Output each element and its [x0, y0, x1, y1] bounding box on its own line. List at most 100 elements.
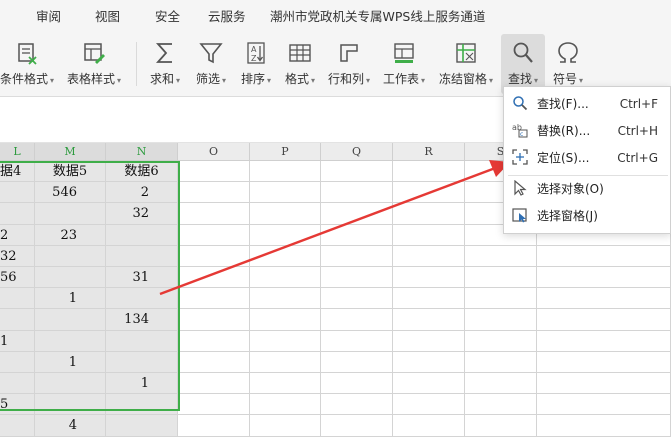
table-cell[interactable]: [0, 203, 35, 225]
table-cell[interactable]: [35, 309, 106, 331]
table-cell[interactable]: [106, 288, 178, 310]
empty-cell[interactable]: [537, 245, 671, 267]
empty-cell[interactable]: [321, 309, 393, 331]
column-header-n[interactable]: N: [106, 143, 178, 161]
empty-cell[interactable]: [250, 224, 321, 246]
empty-cell[interactable]: [393, 245, 465, 267]
menu-item-replace[interactable]: ab c 替换(R)... Ctrl+H: [504, 117, 671, 145]
empty-cell[interactable]: [537, 330, 671, 352]
sort-button[interactable]: A Z 排序 ▾: [234, 34, 278, 94]
empty-cell[interactable]: [321, 415, 393, 437]
table-cell[interactable]: [106, 245, 178, 267]
table-cell[interactable]: 134: [106, 309, 178, 331]
empty-cell[interactable]: [250, 203, 321, 225]
table-cell[interactable]: 1: [35, 351, 106, 373]
empty-cell[interactable]: [321, 288, 393, 310]
symbol-button[interactable]: 符号 ▾: [547, 34, 589, 94]
table-cell[interactable]: [35, 267, 106, 289]
menu-item-selection-pane[interactable]: 选择窗格(J): [504, 202, 671, 230]
empty-cell[interactable]: [393, 394, 465, 416]
table-cell[interactable]: [35, 373, 106, 395]
column-header-l[interactable]: L: [0, 143, 35, 161]
empty-cell[interactable]: [250, 245, 321, 267]
table-cell[interactable]: [106, 224, 178, 246]
table-cell[interactable]: 32: [0, 245, 35, 267]
column-header-m[interactable]: M: [35, 143, 106, 161]
table-cell[interactable]: [0, 351, 35, 373]
tab-cloud-service[interactable]: 云服务: [208, 0, 246, 34]
table-cell[interactable]: [35, 394, 106, 416]
header-cell[interactable]: 据4: [0, 161, 35, 183]
empty-cell[interactable]: [465, 288, 537, 310]
empty-cell[interactable]: [393, 415, 465, 437]
table-cell[interactable]: [0, 309, 35, 331]
empty-cell[interactable]: [321, 373, 393, 395]
empty-cell[interactable]: [393, 309, 465, 331]
empty-cell[interactable]: [250, 330, 321, 352]
empty-cell[interactable]: [178, 309, 250, 331]
column-header-q[interactable]: Q: [321, 143, 393, 161]
table-cell[interactable]: 5: [0, 394, 35, 416]
empty-cell[interactable]: [178, 245, 250, 267]
empty-cell[interactable]: [321, 351, 393, 373]
menu-item-find[interactable]: 查找(F)... Ctrl+F: [504, 90, 671, 118]
empty-cell[interactable]: [178, 182, 250, 204]
empty-cell[interactable]: [250, 182, 321, 204]
empty-cell[interactable]: [465, 351, 537, 373]
table-cell[interactable]: 1: [35, 288, 106, 310]
empty-cell[interactable]: [465, 245, 537, 267]
empty-cell[interactable]: [321, 161, 393, 183]
column-header-r[interactable]: R: [393, 143, 465, 161]
tab-review[interactable]: 审阅: [36, 0, 61, 34]
empty-cell[interactable]: [393, 373, 465, 395]
empty-cell[interactable]: [321, 203, 393, 225]
table-style-button[interactable]: 表格样式 ▾: [62, 34, 126, 94]
empty-cell[interactable]: [465, 330, 537, 352]
table-cell[interactable]: [35, 245, 106, 267]
table-cell[interactable]: 31: [106, 267, 178, 289]
empty-cell[interactable]: [321, 182, 393, 204]
empty-cell[interactable]: [537, 288, 671, 310]
empty-cell[interactable]: [465, 394, 537, 416]
empty-cell[interactable]: [393, 203, 465, 225]
table-cell[interactable]: 4: [35, 415, 106, 437]
empty-cell[interactable]: [178, 267, 250, 289]
tab-view[interactable]: 视图: [95, 0, 120, 34]
empty-cell[interactable]: [178, 224, 250, 246]
table-cell[interactable]: 1: [106, 373, 178, 395]
empty-cell[interactable]: [537, 309, 671, 331]
empty-cell[interactable]: [393, 288, 465, 310]
menu-item-goto[interactable]: 定位(S)... Ctrl+G: [504, 144, 671, 172]
table-cell[interactable]: 2: [106, 182, 178, 204]
column-header-p[interactable]: P: [250, 143, 321, 161]
empty-cell[interactable]: [537, 415, 671, 437]
table-cell[interactable]: 546: [35, 182, 106, 204]
row-column-button[interactable]: 行和列 ▾: [323, 34, 375, 94]
empty-cell[interactable]: [393, 267, 465, 289]
header-cell[interactable]: 数据6: [106, 161, 178, 183]
menu-item-select-objects[interactable]: 选择对象(O): [504, 175, 671, 203]
table-cell[interactable]: [35, 203, 106, 225]
table-cell[interactable]: 2: [0, 224, 35, 246]
empty-cell[interactable]: [321, 330, 393, 352]
empty-cell[interactable]: [250, 351, 321, 373]
worksheet-button[interactable]: 工作表 ▾: [378, 34, 430, 94]
format-button[interactable]: 格式 ▾: [279, 34, 321, 94]
table-cell[interactable]: [35, 330, 106, 352]
find-button[interactable]: 查找 ▾: [501, 34, 545, 94]
empty-cell[interactable]: [537, 394, 671, 416]
table-cell[interactable]: [0, 373, 35, 395]
empty-cell[interactable]: [465, 267, 537, 289]
column-header-o[interactable]: O: [178, 143, 250, 161]
table-cell[interactable]: [106, 330, 178, 352]
table-cell[interactable]: [106, 415, 178, 437]
empty-cell[interactable]: [250, 161, 321, 183]
table-cell[interactable]: [106, 394, 178, 416]
table-cell[interactable]: 23: [35, 224, 106, 246]
empty-cell[interactable]: [321, 224, 393, 246]
empty-cell[interactable]: [178, 288, 250, 310]
filter-button[interactable]: 筛选 ▾: [189, 34, 233, 94]
empty-cell[interactable]: [250, 288, 321, 310]
empty-cell[interactable]: [178, 203, 250, 225]
empty-cell[interactable]: [250, 309, 321, 331]
